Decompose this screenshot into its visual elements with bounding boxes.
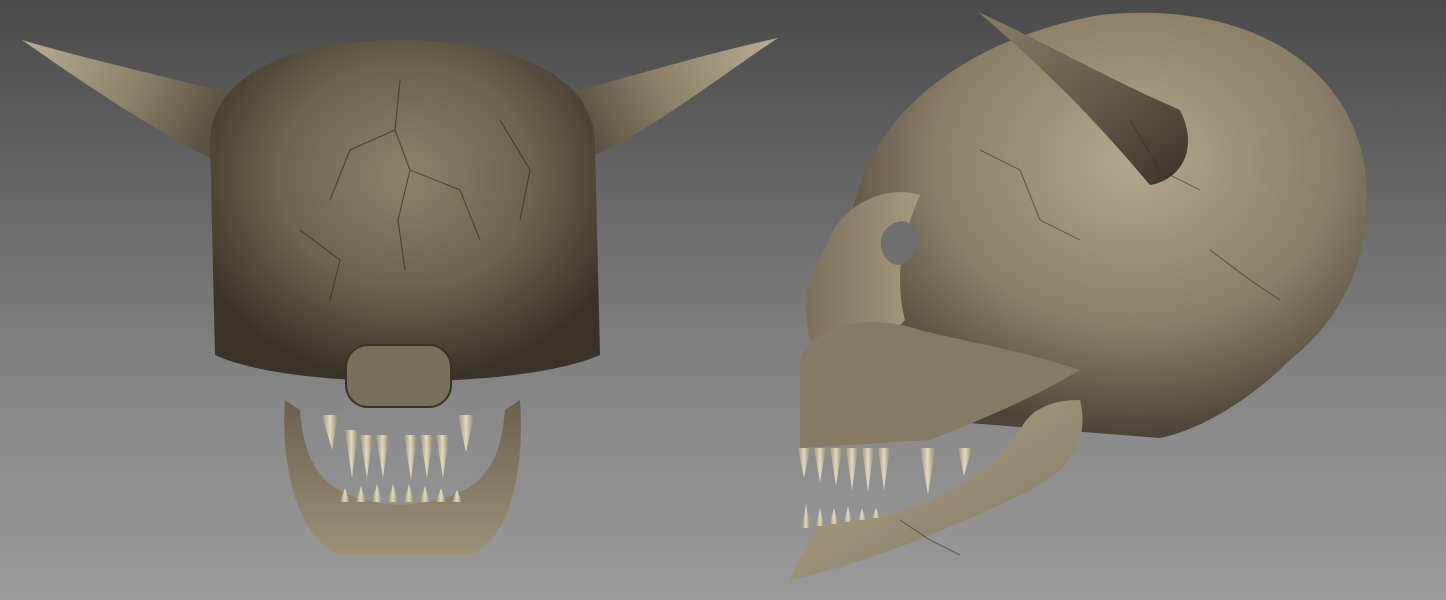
front-view-skull — [22, 38, 778, 555]
render-viewport — [0, 0, 1446, 600]
upper-teeth — [798, 448, 972, 495]
lower-jaw — [284, 400, 521, 555]
lower-teeth — [340, 484, 462, 502]
cranium-dome — [210, 40, 600, 382]
left-horn — [22, 40, 235, 165]
upper-teeth — [322, 415, 474, 480]
side-view-skull — [790, 12, 1367, 580]
nasal-cavity — [345, 344, 452, 408]
